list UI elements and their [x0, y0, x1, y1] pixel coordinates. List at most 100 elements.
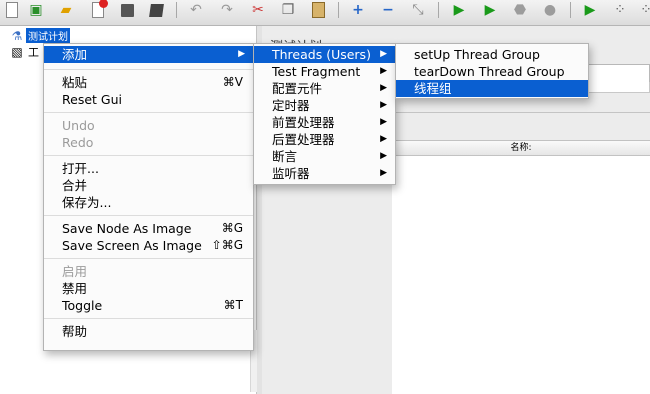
menu-item-teardown-thread-group[interactable]: tearDown Thread Group — [396, 63, 588, 80]
menu-item-label: 粘贴 — [62, 75, 88, 90]
menu-item-label: 配置元件 — [272, 81, 323, 96]
variables-table[interactable] — [392, 156, 650, 394]
flask-icon: ⚗ — [11, 28, 23, 43]
menu-item-thread-group[interactable]: 线程组 — [396, 80, 588, 97]
menu-item-label: 保存为... — [62, 195, 112, 210]
menu-item-enable: 启用 — [44, 263, 253, 280]
shortcut-label: ⇧⌘G — [211, 238, 243, 252]
submenu-arrow-icon: ▶ — [380, 168, 387, 178]
menu-item-add[interactable]: 添加 ▶ — [44, 46, 253, 63]
save-as-icon[interactable] — [146, 1, 166, 19]
menu-item-post-processor[interactable]: 后置处理器 ▶ — [254, 131, 395, 148]
menu-item-pre-processor[interactable]: 前置处理器 ▶ — [254, 114, 395, 131]
menu-item-merge[interactable]: 合并 — [44, 177, 253, 194]
tree-node-workbench[interactable]: ▧ 工 — [10, 44, 41, 60]
menu-item-assertion[interactable]: 断言 ▶ — [254, 148, 395, 165]
shortcut-label: ⌘G — [221, 221, 243, 235]
menu-item-label: 合并 — [62, 178, 88, 193]
menu-item-label: setUp Thread Group — [414, 47, 540, 62]
cut-icon[interactable]: ✂ — [248, 1, 268, 19]
menu-item-label: 后置处理器 — [272, 132, 335, 147]
menu-item-save-node-as-image[interactable]: Save Node As Image ⌘G — [44, 220, 253, 237]
menu-item-toggle[interactable]: Toggle ⌘T — [44, 297, 253, 314]
menu-item-label: Save Node As Image — [62, 221, 192, 236]
context-menu: 添加 ▶ 粘贴 ⌘V Reset Gui Undo Redo 打开... 合并 … — [43, 43, 254, 351]
menu-item-label: Undo — [62, 118, 95, 133]
menu-item-label: Threads (Users) — [272, 47, 371, 62]
menu-item-threads-users[interactable]: Threads (Users) ▶ — [254, 46, 395, 63]
toolbar: ▣ ▰ ↶ ↷ ✂ ❐ + − ⤡ ▶ ▶ ⬣ ● ▶ ⁘ ⁘ — [0, 0, 650, 26]
expand-icon[interactable]: + — [348, 1, 368, 19]
menu-separator — [44, 69, 253, 70]
toolbar-separator — [338, 2, 339, 18]
new-icon[interactable] — [2, 1, 22, 19]
submenu-arrow-icon: ▶ — [380, 134, 387, 144]
add-submenu: Threads (Users) ▶ Test Fragment ▶ 配置元件 ▶… — [253, 43, 396, 185]
menu-item-help[interactable]: 帮助 — [44, 323, 253, 340]
paste-icon[interactable] — [308, 1, 328, 19]
menu-item-config-element[interactable]: 配置元件 ▶ — [254, 80, 395, 97]
copy-icon[interactable]: ❐ — [278, 1, 298, 19]
table-header: 名称: — [392, 140, 650, 156]
menu-item-label: 断言 — [272, 149, 298, 164]
menu-item-label: 监听器 — [272, 166, 310, 181]
menu-item-label: Toggle — [62, 298, 103, 313]
menu-separator — [44, 258, 253, 259]
menu-item-label: 线程组 — [414, 81, 452, 96]
remote-start-icon[interactable]: ▶ — [580, 1, 600, 19]
toolbar-separator — [438, 2, 439, 18]
stop-icon[interactable]: ⬣ — [510, 1, 530, 19]
menu-item-timer[interactable]: 定时器 ▶ — [254, 97, 395, 114]
menu-item-setup-thread-group[interactable]: setUp Thread Group — [396, 46, 588, 63]
shortcut-label: ⌘V — [222, 75, 243, 89]
menu-item-label: 添加 — [62, 47, 88, 62]
start-icon[interactable]: ▶ — [449, 1, 469, 19]
table-header-name: 名称: — [510, 143, 532, 153]
divider — [392, 112, 650, 113]
menu-item-label: Test Fragment — [272, 64, 361, 79]
threads-submenu: setUp Thread Group tearDown Thread Group… — [395, 43, 589, 99]
menu-item-test-fragment[interactable]: Test Fragment ▶ — [254, 63, 395, 80]
menu-item-save-screen-as-image[interactable]: Save Screen As Image ⇧⌘G — [44, 237, 253, 254]
menu-separator — [44, 318, 253, 319]
shortcut-label: ⌘T — [223, 298, 243, 312]
remote-stop-icon[interactable]: ⁘ — [636, 1, 650, 19]
submenu-arrow-icon: ▶ — [380, 100, 387, 110]
menu-item-label: 前置处理器 — [272, 115, 335, 130]
menu-item-label: 帮助 — [62, 324, 88, 339]
menu-item-disable[interactable]: 禁用 — [44, 280, 253, 297]
menu-item-open[interactable]: 打开... — [44, 160, 253, 177]
workbench-icon: ▧ — [11, 45, 23, 59]
submenu-arrow-icon: ▶ — [380, 117, 387, 127]
undo-icon[interactable]: ↶ — [186, 1, 206, 19]
start-no-pauses-icon[interactable]: ▶ — [480, 1, 500, 19]
menu-item-label: 打开... — [62, 161, 99, 176]
collapse-icon[interactable]: − — [378, 1, 398, 19]
redo-icon[interactable]: ↷ — [217, 1, 237, 19]
menu-item-listener[interactable]: 监听器 ▶ — [254, 165, 395, 182]
save-icon[interactable] — [117, 1, 137, 19]
menu-item-label: 禁用 — [62, 281, 88, 296]
menu-item-reset-gui[interactable]: Reset Gui — [44, 91, 253, 108]
menu-item-save-as[interactable]: 保存为... — [44, 194, 253, 211]
menu-separator — [44, 112, 253, 113]
submenu-arrow-icon: ▶ — [380, 66, 387, 76]
menu-separator — [44, 155, 253, 156]
shutdown-icon[interactable]: ● — [540, 1, 560, 19]
toggle-icon[interactable]: ⤡ — [408, 1, 428, 19]
menu-item-undo: Undo — [44, 117, 253, 134]
submenu-arrow-icon: ▶ — [238, 49, 245, 59]
menu-item-label: 启用 — [62, 264, 88, 279]
menu-item-paste[interactable]: 粘贴 ⌘V — [44, 74, 253, 91]
menu-item-label: Reset Gui — [62, 92, 122, 107]
tree-node-label[interactable]: 测试计划 — [26, 28, 70, 43]
templates-icon[interactable]: ▣ — [26, 1, 46, 19]
open-folder-icon[interactable]: ▰ — [56, 1, 76, 19]
submenu-arrow-icon: ▶ — [380, 151, 387, 161]
close-icon[interactable] — [88, 0, 108, 19]
remote-start-all-icon[interactable]: ⁘ — [610, 1, 630, 19]
tree-node-test-plan[interactable]: ⚗ 测试计划 — [10, 28, 70, 43]
menu-item-label: tearDown Thread Group — [414, 64, 565, 79]
tree-node-label[interactable]: 工 — [26, 44, 41, 60]
menu-item-label: Save Screen As Image — [62, 238, 202, 253]
